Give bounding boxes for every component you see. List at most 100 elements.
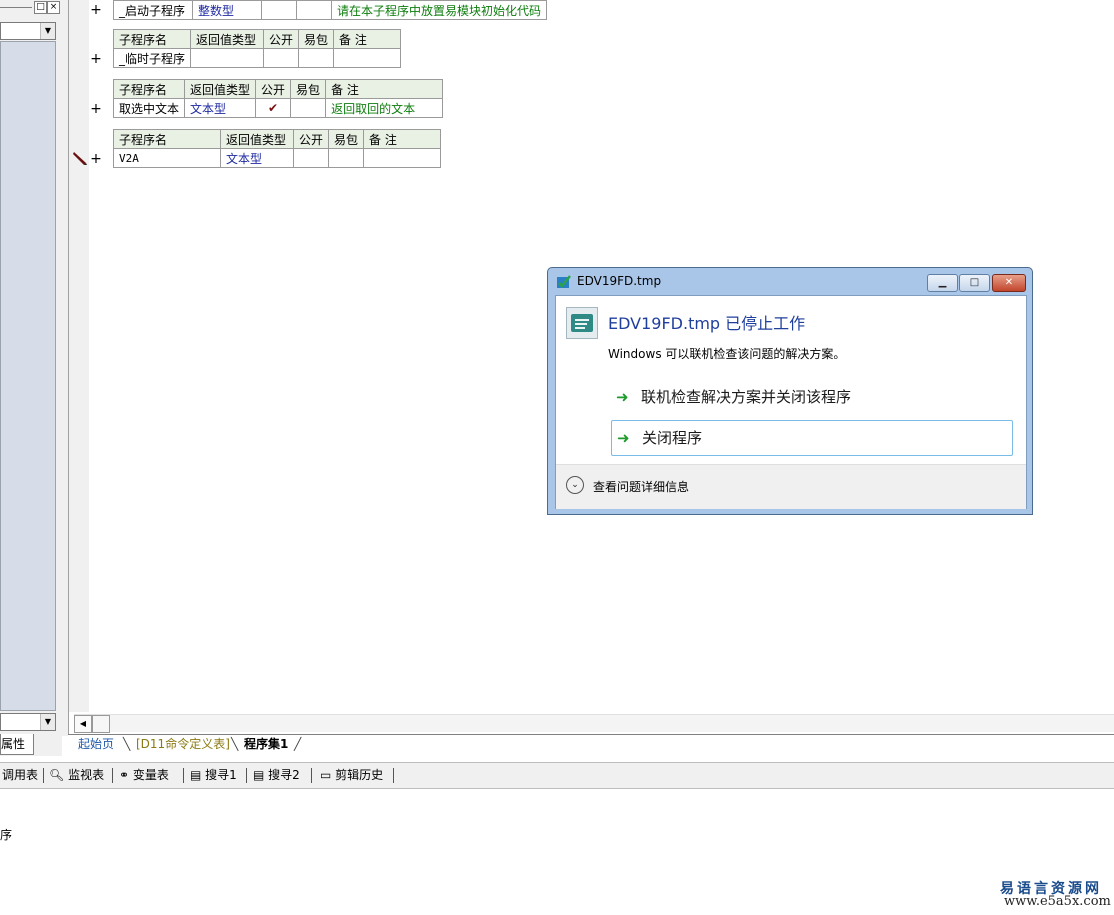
public-cell[interactable] <box>263 48 300 68</box>
variable-table-tab[interactable]: ⚭ 变量表 <box>119 763 169 788</box>
easy-pack-cell[interactable] <box>328 148 365 168</box>
minimize-button[interactable]: ▁ <box>927 274 958 292</box>
chevron-down-icon[interactable]: ▼ <box>40 714 55 730</box>
return-type[interactable]: 文本型 <box>220 148 294 168</box>
tab-separator: ╲ <box>231 737 239 751</box>
left-panel-titlebar: □ × <box>0 0 62 16</box>
column-header: 子程序名 <box>112 79 186 99</box>
view-details-link[interactable]: 查看问题详细信息 <box>593 478 689 495</box>
magnifier-icon: 🔍︎ <box>49 768 65 782</box>
maximize-button[interactable]: □ <box>959 274 990 292</box>
pencil-icon <box>72 150 88 166</box>
return-type[interactable] <box>190 48 265 68</box>
clip-history-tab[interactable]: ▭ 剪辑历史 <box>320 763 383 788</box>
return-type[interactable]: 整数型 <box>192 0 262 20</box>
expand-plus-icon[interactable]: + <box>89 100 103 118</box>
subroutine-name[interactable]: V2A <box>113 148 221 168</box>
watch-table-tab[interactable]: 🔍︎ 监视表 <box>49 763 104 788</box>
error-dialog: EDV19FD.tmp ▁ □ ✕ EDV19FD.tmp 已停止工作 Wind… <box>547 267 1033 515</box>
panel-splitter[interactable] <box>62 0 69 736</box>
search1-tab[interactable]: ▤ 搜寻1 <box>190 763 237 788</box>
subroutine-table: 子程序名 返回值类型 公开 易包 备 注 V2A 文本型 <box>113 129 442 168</box>
app-system-icon <box>556 274 572 290</box>
check-online-and-close-button[interactable]: ➜ 联机检查解决方案并关闭该程序 <box>611 380 1011 414</box>
note-cell[interactable]: 返回取回的文本 <box>325 98 444 118</box>
dialog-titlebar[interactable]: EDV19FD.tmp ▁ □ ✕ <box>548 268 1032 295</box>
table-header-row: 子程序名 返回值类型 公开 易包 备 注 <box>113 129 442 149</box>
expand-plus-icon[interactable]: + <box>89 1 103 19</box>
column-header: 易包 <box>298 29 335 49</box>
note-cell[interactable]: 请在本子程序中放置易模块初始化代码 <box>330 0 548 20</box>
check-icon[interactable]: ✔ <box>255 98 292 118</box>
subroutine-name[interactable]: 取选中文本 <box>112 98 186 118</box>
subroutine-table: 子程序名 返回值类型 公开 易包 备 注 取选中文本 文本型 ✔ 返回取回的文本 <box>112 79 444 118</box>
scroll-thumb[interactable] <box>92 715 110 733</box>
note-cell[interactable] <box>333 48 402 68</box>
subroutine-name[interactable]: _临时子程序 <box>112 48 192 68</box>
column-header: 易包 <box>290 79 327 99</box>
subroutine-table: _启动子程序 整数型 请在本子程序中放置易模块初始化代码 <box>113 0 548 20</box>
column-header: 子程序名 <box>113 129 221 149</box>
left-panel-bottom-combo[interactable]: ▼ <box>0 713 56 731</box>
public-cell[interactable] <box>261 0 297 20</box>
left-panel-list[interactable] <box>0 41 56 711</box>
search2-tab[interactable]: ▤ 搜寻2 <box>253 763 300 788</box>
chevron-down-icon[interactable]: ▼ <box>40 23 55 39</box>
dialog-content: EDV19FD.tmp 已停止工作 Windows 可以联机检查该问题的解决方案… <box>555 295 1027 509</box>
subroutine-table: 子程序名 返回值类型 公开 易包 备 注 _临时子程序 <box>112 29 402 68</box>
app-icon <box>566 307 598 339</box>
editor-gutter <box>69 0 89 712</box>
column-header: 子程序名 <box>112 29 192 49</box>
clipboard-icon: ▭ <box>320 768 332 782</box>
note-cell[interactable] <box>363 148 442 168</box>
tab-separator: ╲ <box>123 737 131 751</box>
column-header: 备 注 <box>333 29 402 49</box>
search-doc-icon: ▤ <box>253 768 265 782</box>
table-row: 取选中文本 文本型 ✔ 返回取回的文本 <box>112 98 444 118</box>
table-header-row: 子程序名 返回值类型 公开 易包 备 注 <box>112 29 402 49</box>
search-doc-icon: ▤ <box>190 768 202 782</box>
call-table-tab[interactable]: 调用表 <box>2 763 38 788</box>
dialog-title: EDV19FD.tmp <box>577 274 662 288</box>
public-cell[interactable] <box>292 148 330 168</box>
table-row: _启动子程序 整数型 请在本子程序中放置易模块初始化代码 <box>113 0 548 20</box>
subroutine-name[interactable]: _启动子程序 <box>113 0 193 20</box>
watermark-url: www.e5a5x.com <box>1004 894 1111 909</box>
expand-plus-icon[interactable]: + <box>89 50 103 68</box>
column-header: 公开 <box>292 129 330 149</box>
dialog-heading: EDV19FD.tmp 已停止工作 <box>608 314 806 333</box>
close-button[interactable]: ✕ <box>992 274 1026 292</box>
glasses-icon: ⚭ <box>119 768 130 782</box>
easy-pack-cell[interactable] <box>298 48 335 68</box>
restore-panel-button[interactable]: □ <box>34 1 47 14</box>
column-header: 返回值类型 <box>220 129 294 149</box>
close-panel-button[interactable]: × <box>47 1 60 14</box>
tab-program-set-1[interactable]: 程序集1 <box>244 735 288 754</box>
column-header: 返回值类型 <box>184 79 257 99</box>
arrow-right-icon: ➜ <box>616 388 629 406</box>
table-row: V2A 文本型 <box>113 148 442 168</box>
column-header: 备 注 <box>363 129 442 149</box>
chevron-down-icon[interactable]: ⌄ <box>566 476 584 494</box>
bottom-toolbar: 调用表 🔍︎ 监视表 ⚭ 变量表 ▤ 搜寻1 ▤ 搜寻2 ▭ 剪辑历史 <box>0 762 1114 789</box>
properties-tab[interactable]: 属性 <box>0 734 34 755</box>
return-type[interactable]: 文本型 <box>184 98 257 118</box>
expand-plus-icon[interactable]: + <box>89 150 103 168</box>
column-header: 公开 <box>255 79 292 99</box>
easy-pack-cell[interactable] <box>290 98 327 118</box>
output-text: 序 <box>0 828 13 842</box>
column-header: 备 注 <box>325 79 444 99</box>
left-panel-combo[interactable]: ▼ <box>0 22 56 40</box>
tab-start-page[interactable]: 起始页 <box>78 735 114 754</box>
column-header: 公开 <box>263 29 300 49</box>
column-header: 返回值类型 <box>190 29 265 49</box>
easy-pack-cell[interactable] <box>296 0 332 20</box>
editor-horizontal-scrollbar[interactable]: ◀ <box>74 714 1114 733</box>
scroll-left-icon[interactable]: ◀ <box>74 715 92 733</box>
tab-dll-command-table[interactable]: [D11命令定义表] <box>136 735 230 754</box>
close-program-button[interactable]: ➜ 关闭程序 <box>611 420 1013 456</box>
document-tabs: 起始页 ╲ [D11命令定义表] ╲ 程序集1 ╱ <box>68 734 1114 755</box>
table-header-row: 子程序名 返回值类型 公开 易包 备 注 <box>112 79 444 99</box>
dialog-message: Windows 可以联机检查该问题的解决方案。 <box>608 347 846 361</box>
tab-separator: ╱ <box>294 737 302 751</box>
